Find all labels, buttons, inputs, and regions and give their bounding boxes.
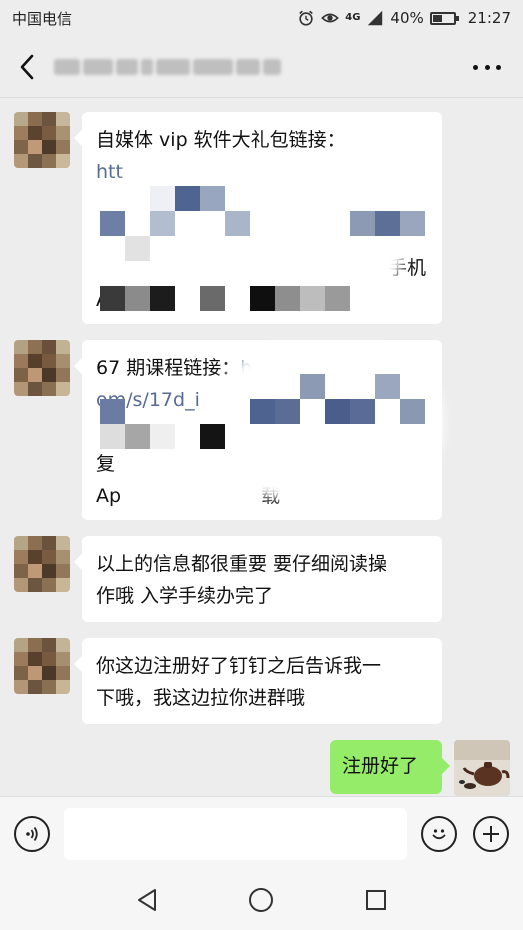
more-options-button[interactable]	[473, 56, 501, 78]
message-bubble[interactable]: 自媒体 vip 软件大礼包链接： htt 手机 App，	[74, 112, 442, 324]
input-bar	[0, 796, 523, 870]
message-text: 下哦，我这边拉你进群哦	[96, 687, 306, 709]
nav-back-icon[interactable]	[135, 887, 159, 913]
message-bubble[interactable]: 67 期课程链接：h om/s/17d_i 复 Ap载	[74, 340, 442, 520]
alarm-icon	[299, 10, 314, 26]
back-button[interactable]	[0, 36, 54, 98]
contact-avatar[interactable]	[14, 112, 70, 168]
my-avatar[interactable]	[454, 740, 510, 796]
message-list[interactable]: 自媒体 vip 软件大礼包链接： htt 手机 App， 67 期课程链接：h …	[0, 98, 523, 796]
nav-recents-icon[interactable]	[364, 888, 388, 912]
contact-avatar[interactable]	[14, 638, 70, 694]
message-text: 你这边注册好了钉钉之后告诉我一	[96, 655, 382, 677]
plus-button[interactable]	[473, 815, 509, 852]
message-bubble[interactable]: 你这边注册好了钉钉之后告诉我一 下哦，我这边拉你进群哦	[74, 638, 442, 724]
teapot-photo	[454, 740, 510, 796]
voice-icon	[26, 826, 38, 841]
emoji-icon	[432, 828, 446, 839]
contact-avatar[interactable]	[14, 536, 70, 592]
emoji-button[interactable]	[421, 815, 457, 852]
plus-icon	[483, 825, 499, 842]
message-text: 自媒体 vip 软件大礼包链接：	[96, 129, 346, 151]
message-bubble[interactable]: 以上的信息都很重要 要仔细阅读操 作哦 入学手续办完了	[74, 536, 442, 622]
eye-icon	[321, 13, 340, 23]
redaction-mosaic	[100, 186, 425, 311]
system-nav-bar	[0, 870, 523, 930]
chat-title-redacted	[54, 55, 282, 79]
clock: 21:27	[467, 9, 511, 27]
battery-percent: 40%	[390, 9, 424, 27]
nav-home-icon[interactable]	[248, 887, 274, 913]
message-text: 作哦 入学手续办完了	[96, 585, 274, 607]
status-bar: 中国电信 4G 40% 21:27	[0, 0, 523, 36]
contact-avatar[interactable]	[14, 340, 70, 396]
message-text: Ap	[96, 485, 122, 507]
message-input[interactable]	[64, 807, 407, 860]
carrier-label: 中国电信	[12, 9, 73, 28]
voice-button[interactable]	[14, 815, 50, 852]
network-label: 4G	[345, 12, 361, 23]
chat-header	[0, 36, 523, 98]
more-dots-icon	[473, 64, 478, 70]
message-text: 注册好了	[342, 755, 419, 777]
signal-icon	[368, 10, 383, 26]
chevron-left-icon	[20, 54, 34, 79]
my-message-bubble[interactable]: 注册好了	[330, 740, 450, 794]
message-text: 以上的信息都很重要 要仔细阅读操	[96, 553, 388, 575]
battery-icon	[429, 11, 459, 25]
redaction-mosaic	[100, 374, 425, 449]
